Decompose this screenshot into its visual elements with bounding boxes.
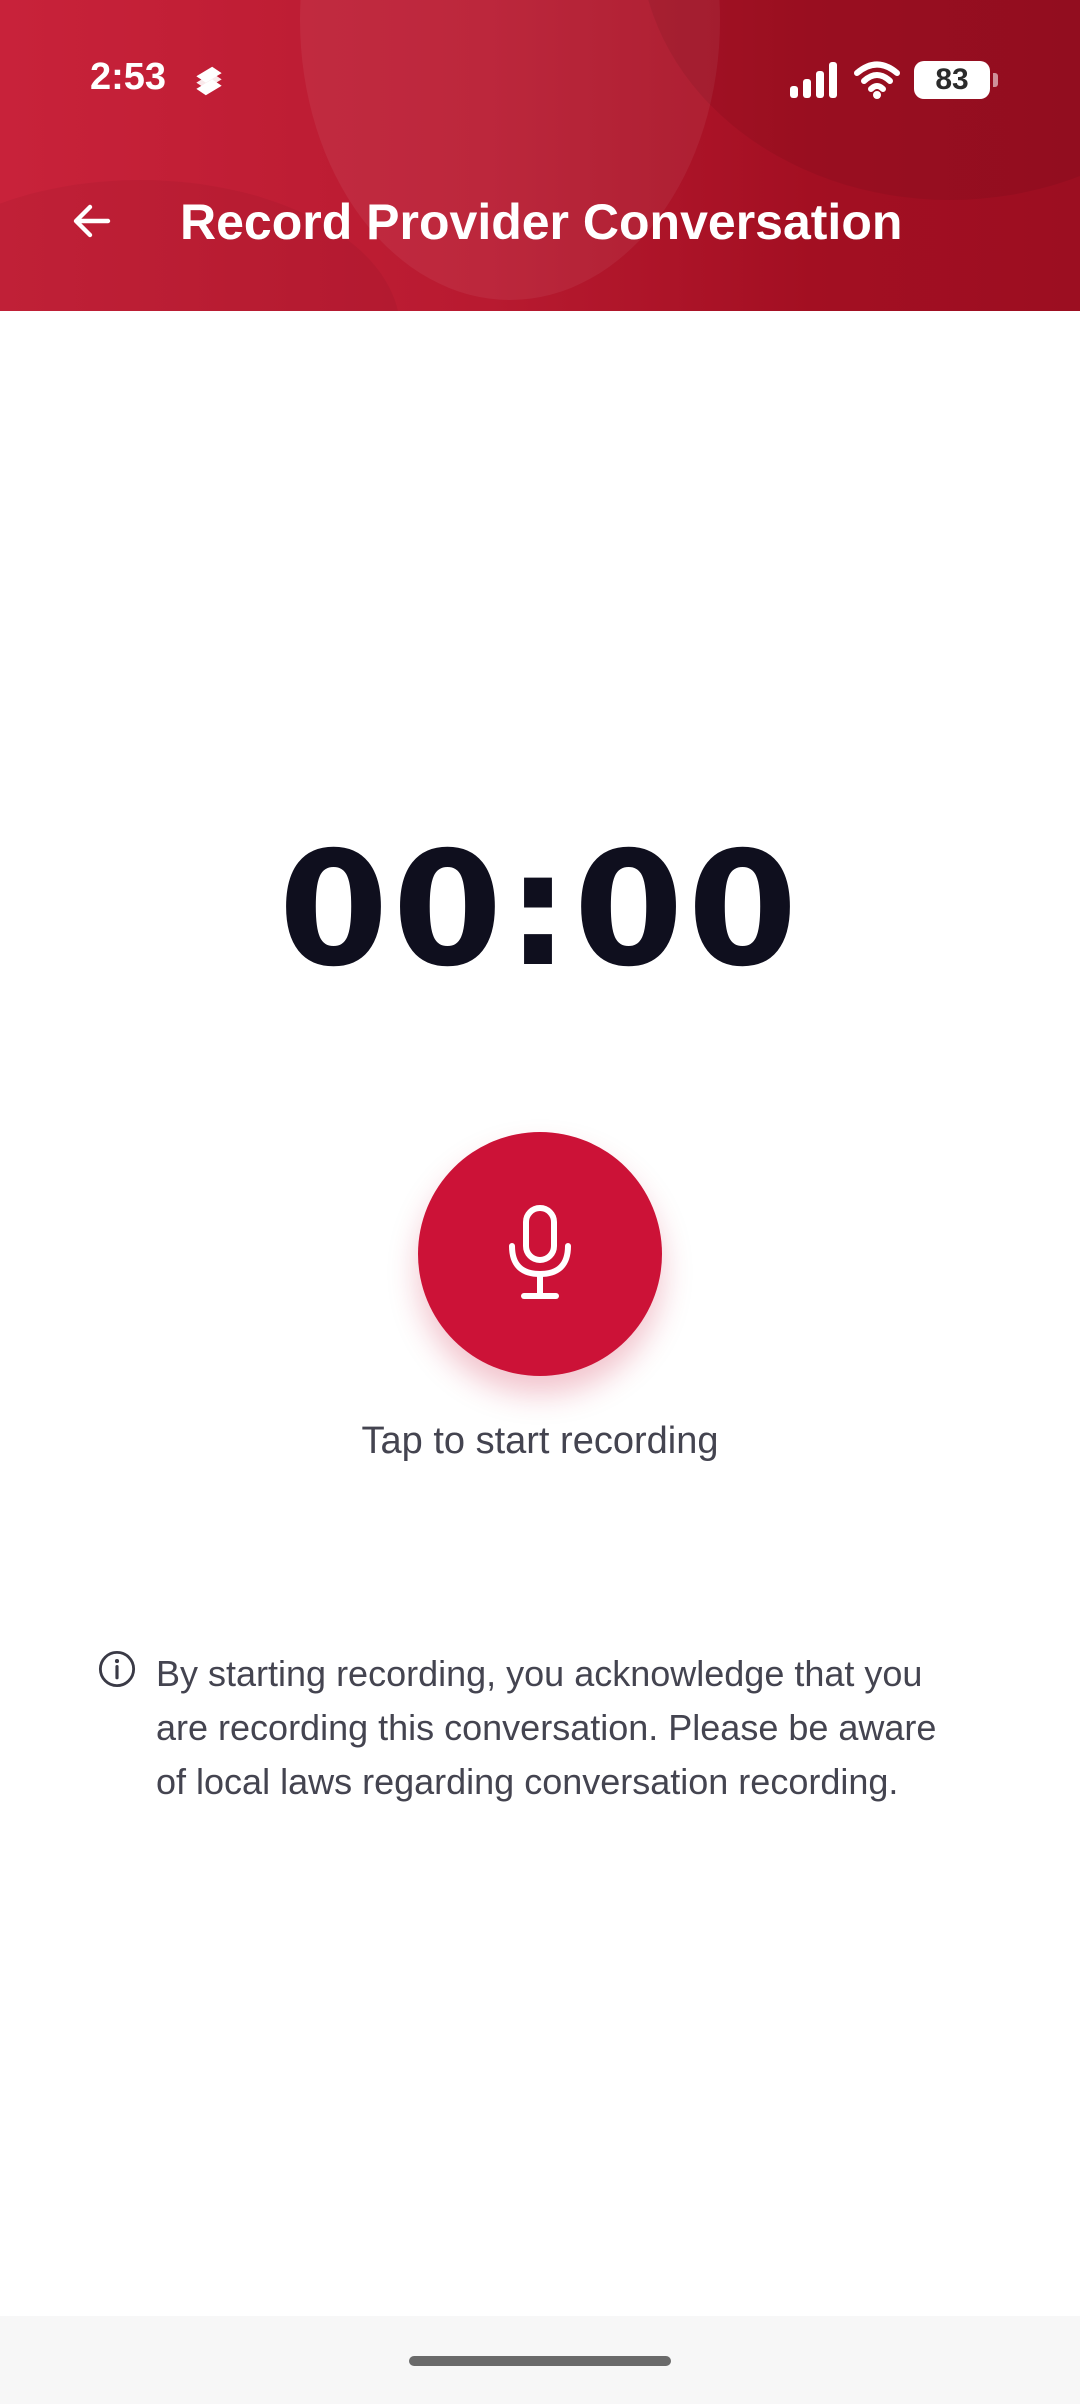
signal-icon — [790, 62, 837, 98]
record-button[interactable] — [418, 1132, 662, 1376]
microphone-icon — [509, 1205, 571, 1299]
status-indicators: 83 — [788, 58, 998, 102]
status-time: 2:53 — [90, 56, 167, 98]
app-header: 2:53 83 Record Provider Conversation — [0, 0, 1080, 311]
system-navigation-bar — [0, 2316, 1080, 2404]
arrow-left-icon — [73, 204, 111, 238]
recording-timer: 00:00 — [278, 818, 802, 1002]
recording-disclaimer: By starting recording, you acknowledge t… — [156, 1653, 937, 1802]
wifi-icon — [854, 61, 900, 99]
info-icon — [98, 1650, 136, 1688]
app-notification-icon — [196, 66, 222, 96]
home-indicator[interactable] — [409, 2356, 671, 2366]
battery-icon: 83 — [914, 61, 998, 99]
back-button[interactable] — [56, 185, 128, 257]
page-title: Record Provider Conversation — [180, 194, 903, 250]
record-hint: Tap to start recording — [361, 1420, 719, 1462]
